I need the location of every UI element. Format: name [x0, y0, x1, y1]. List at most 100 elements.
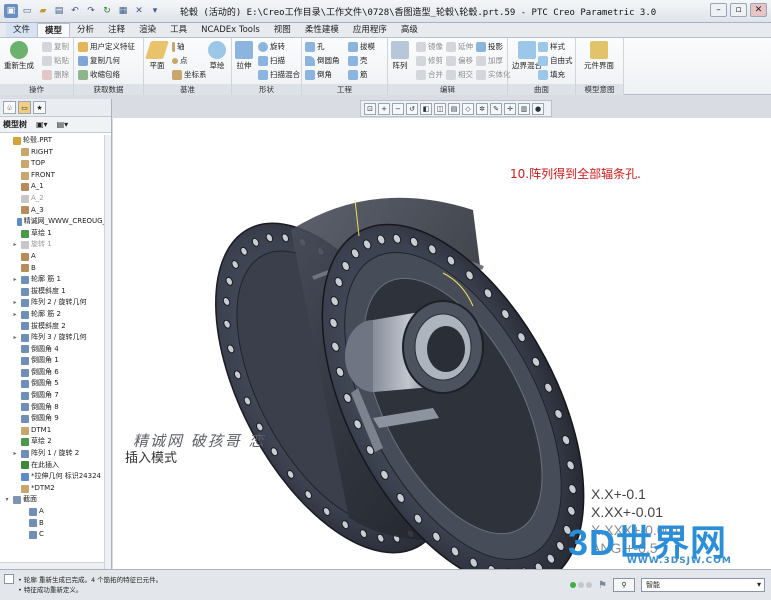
tree-item[interactable]: 倒圆角 1: [0, 355, 111, 367]
rib-button[interactable]: 筋: [348, 69, 368, 80]
tree-item[interactable]: 草绘 2: [0, 436, 111, 448]
tree-item[interactable]: A_3: [0, 205, 111, 217]
tree-item[interactable]: ▸ 轮廓 筋 2: [0, 309, 111, 321]
thicken-button[interactable]: 加厚: [476, 55, 503, 66]
tab-5[interactable]: 工具: [163, 23, 194, 37]
tree-item[interactable]: 精诚网_WWW_CREOUG_C: [0, 216, 111, 228]
tree-item[interactable]: 倒圆角 4: [0, 344, 111, 356]
point-button[interactable]: 点: [172, 55, 188, 66]
tab-10[interactable]: 高级: [394, 23, 425, 37]
tree-item[interactable]: ▾ 截面: [0, 494, 111, 506]
tree-item[interactable]: A_2: [0, 193, 111, 205]
solidify-button[interactable]: 实体化: [476, 69, 511, 80]
regenerate-button[interactable]: 重新生成: [4, 41, 34, 71]
windows-icon[interactable]: ▦: [116, 4, 130, 18]
refit-icon[interactable]: ⊡: [364, 102, 376, 115]
tree-item[interactable]: 轮毂.PRT: [0, 135, 111, 147]
expand-arrow-icon[interactable]: ▸: [11, 274, 19, 286]
plane-button[interactable]: 平面: [145, 41, 169, 71]
intersect-button[interactable]: 相交: [446, 69, 473, 80]
tab-9[interactable]: 应用程序: [346, 23, 394, 37]
display-style-icon[interactable]: ◧: [420, 102, 432, 115]
draft-button[interactable]: 拔模: [348, 41, 375, 52]
project-button[interactable]: 投影: [476, 41, 503, 52]
tree-horizontal-scrollbar[interactable]: [0, 562, 104, 569]
tree-item[interactable]: A: [0, 251, 111, 263]
selection-filter-dropdown[interactable]: 智能: [641, 578, 765, 592]
model-tree-tab-icon[interactable]: ♧: [3, 101, 16, 114]
section-icon[interactable]: ▥: [518, 102, 530, 115]
expand-arrow-icon[interactable]: ▸: [11, 239, 19, 251]
tree-item[interactable]: B: [0, 518, 111, 530]
tree-item[interactable]: C: [0, 529, 111, 541]
tree-item[interactable]: ▸ 旋转 1: [0, 239, 111, 251]
tab-8[interactable]: 柔性建模: [298, 23, 346, 37]
expand-arrow-icon[interactable]: ▸: [11, 297, 19, 309]
tree-item[interactable]: DTM1: [0, 425, 111, 437]
close-icon[interactable]: ✕: [750, 3, 767, 17]
swept-blend-button[interactable]: 扫描混合: [258, 69, 300, 80]
expand-arrow-icon[interactable]: ▸: [11, 309, 19, 321]
component-interface-button[interactable]: 元件界面: [584, 41, 614, 71]
chamfer-button[interactable]: 倒角: [305, 69, 332, 80]
open-file-icon[interactable]: ▰: [36, 4, 50, 18]
shell-button[interactable]: 壳: [348, 55, 368, 66]
offset-button[interactable]: 偏移: [446, 55, 473, 66]
save-icon[interactable]: ▤: [52, 4, 66, 18]
tree-item[interactable]: ▸ 阵列 1 / 旋转 2: [0, 448, 111, 460]
hole-button[interactable]: 孔: [305, 41, 325, 52]
tree-item[interactable]: ▸ 轮廓 筋 1: [0, 274, 111, 286]
tree-item[interactable]: 倒圆角 5: [0, 378, 111, 390]
perspective-icon[interactable]: ◇: [462, 102, 474, 115]
tab-4[interactable]: 渲染: [132, 23, 163, 37]
annotation-display-icon[interactable]: ✎: [490, 102, 502, 115]
csys-button[interactable]: 坐标系: [172, 69, 207, 80]
app-icon[interactable]: ▣: [4, 4, 18, 18]
customize-qat-icon[interactable]: ▾: [148, 4, 162, 18]
pattern-button[interactable]: 阵列: [391, 41, 409, 71]
tree-item[interactable]: TOP: [0, 158, 111, 170]
maximize-icon[interactable]: ▫: [730, 3, 747, 17]
new-file-icon[interactable]: ▭: [20, 4, 34, 18]
tree-item[interactable]: *DTM2: [0, 483, 111, 495]
datum-display-icon[interactable]: ✲: [476, 102, 488, 115]
tree-columns-icon[interactable]: ▤▾: [57, 120, 69, 129]
tree-item[interactable]: 倒圆角 9: [0, 413, 111, 425]
zoom-out-icon[interactable]: −: [392, 102, 404, 115]
fill-button[interactable]: 填充: [538, 69, 565, 80]
round-button[interactable]: 倒圆角: [305, 55, 340, 66]
freestyle-button[interactable]: 自由式: [538, 55, 573, 66]
selection-mode-button[interactable]: ⚲: [613, 578, 635, 592]
shrinkwrap-button[interactable]: 收缩包络: [78, 69, 120, 80]
tree-item[interactable]: 倒圆角 8: [0, 402, 111, 414]
axis-button[interactable]: 轴: [172, 41, 185, 52]
tree-item[interactable]: 拔模斜度 1: [0, 286, 111, 298]
tree-item[interactable]: 拔模斜度 2: [0, 321, 111, 333]
regenerate-icon[interactable]: ↻: [100, 4, 114, 18]
expand-arrow-icon[interactable]: ▸: [11, 332, 19, 344]
sweep-button[interactable]: 扫描: [258, 55, 285, 66]
tree-item[interactable]: 倒圆角 6: [0, 367, 111, 379]
message-log-icon[interactable]: [4, 574, 14, 584]
zoom-in-icon[interactable]: +: [378, 102, 390, 115]
tree-item[interactable]: 草绘 1: [0, 228, 111, 240]
tree-vertical-scrollbar[interactable]: [104, 135, 111, 569]
tree-item[interactable]: A: [0, 506, 111, 518]
repaint-icon[interactable]: ↺: [406, 102, 418, 115]
tab-2[interactable]: 分析: [70, 23, 101, 37]
style-button[interactable]: 样式: [538, 41, 565, 52]
saved-orientations-icon[interactable]: ◫: [434, 102, 446, 115]
graphics-window[interactable]: 10.阵列得到全部辐条孔. 精诚网 破孩哥 恋 插入模式 X.X+-0.1 X.…: [113, 118, 771, 569]
tab-6[interactable]: NCADEx Tools: [194, 23, 267, 37]
flag-icon[interactable]: ⚑: [598, 580, 607, 591]
merge-button[interactable]: 合并: [416, 69, 443, 80]
view-manager-icon[interactable]: ▤: [448, 102, 460, 115]
tree-settings-icon[interactable]: ▣▾: [36, 120, 48, 129]
tree-item[interactable]: ▸ 阵列 2 / 旋转几何: [0, 297, 111, 309]
folder-browser-tab-icon[interactable]: ▭: [18, 101, 31, 114]
tree-item[interactable]: FRONT: [0, 170, 111, 182]
expand-arrow-icon[interactable]: ▾: [3, 494, 11, 506]
tree-item[interactable]: *拉伸几何 标识24324: [0, 471, 111, 483]
tab-0[interactable]: 文件: [6, 23, 38, 37]
spin-center-icon[interactable]: ✛: [504, 102, 516, 115]
